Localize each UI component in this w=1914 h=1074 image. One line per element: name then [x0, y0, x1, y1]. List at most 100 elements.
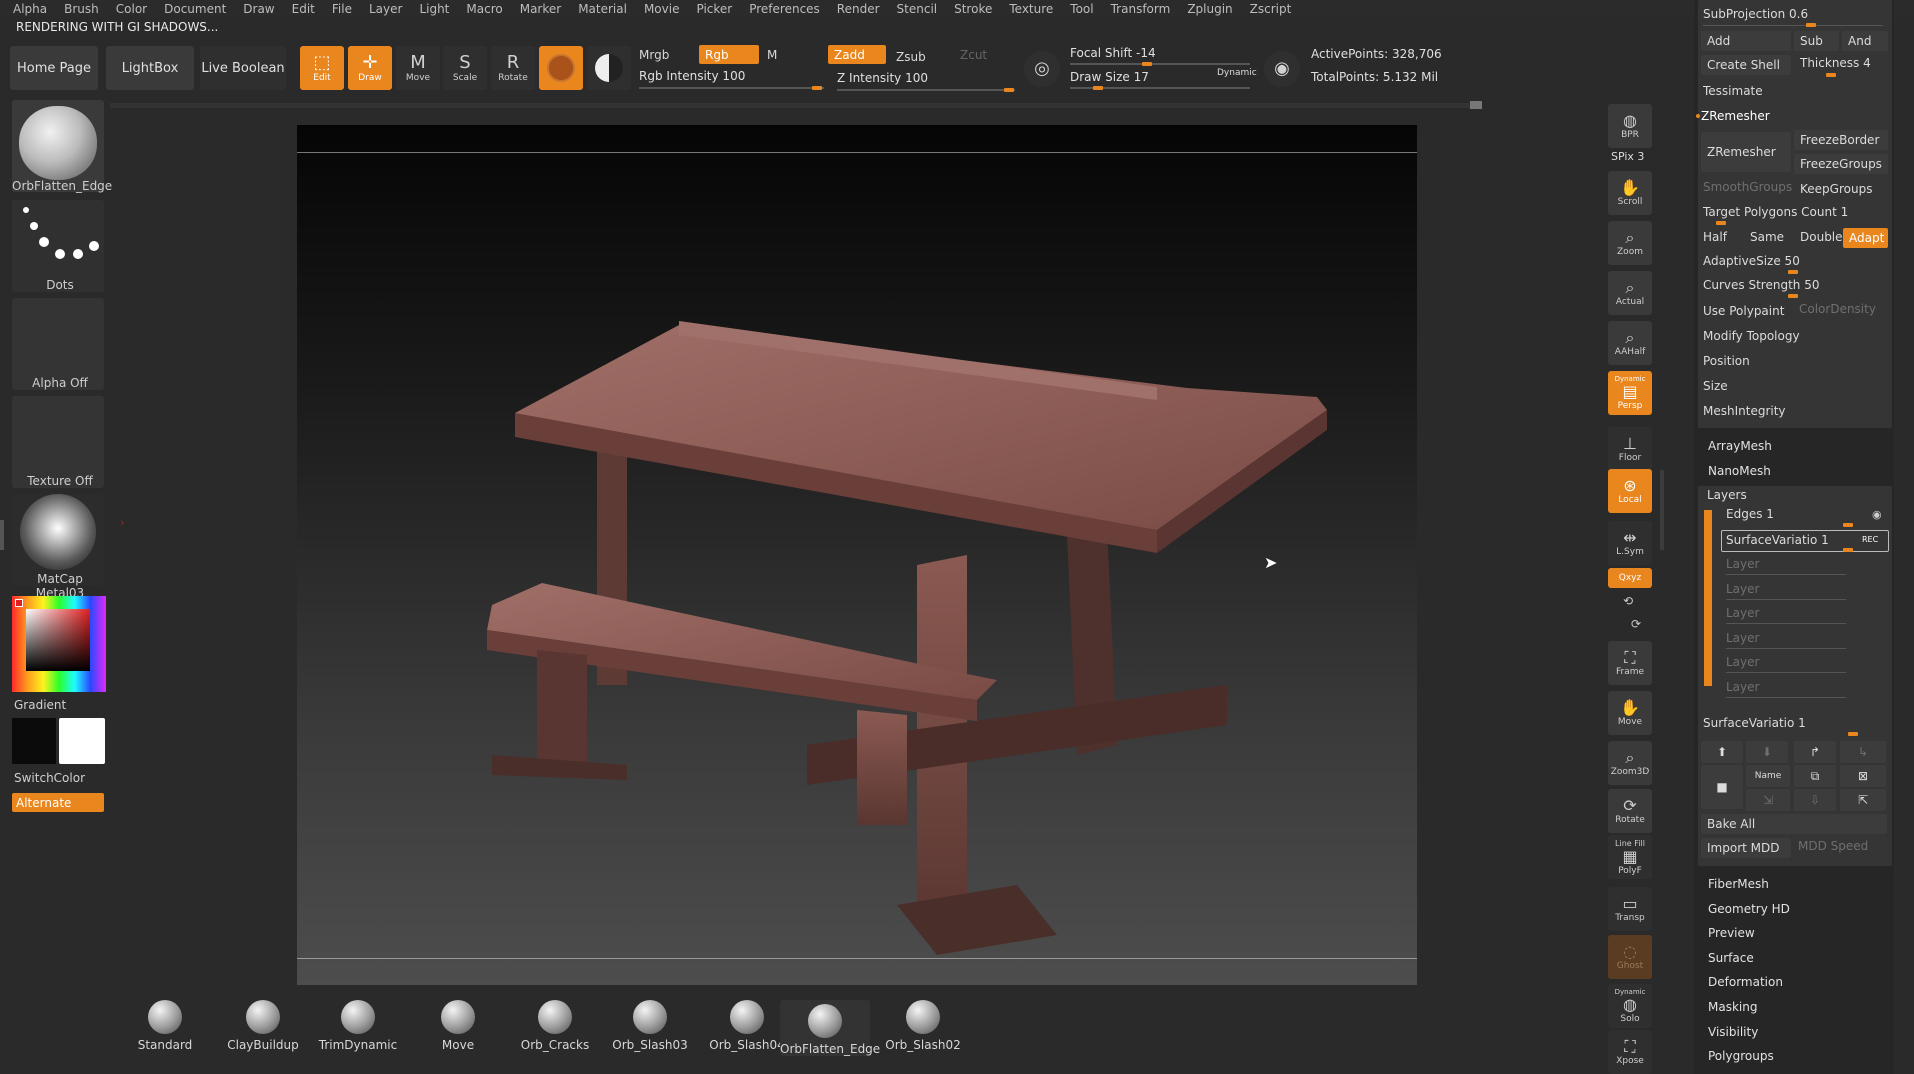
spix-slider[interactable]: SPix 3	[1611, 150, 1644, 163]
menu-item-tool[interactable]: Tool	[1070, 2, 1093, 16]
menu-item-draw[interactable]: Draw	[243, 2, 274, 16]
menu-item-brush[interactable]: Brush	[64, 2, 99, 16]
z-intensity-knob[interactable]	[1004, 88, 1014, 92]
layer-slot[interactable]: Layer	[1726, 582, 1759, 596]
half-button[interactable]: Half	[1703, 230, 1727, 244]
color-density-slider[interactable]: ColorDensity	[1799, 302, 1876, 316]
left-tray-handle[interactable]	[0, 520, 4, 550]
actual-button[interactable]: ⌕ Actual	[1608, 271, 1652, 315]
target-polygons-slider[interactable]: Target Polygons Count 1	[1703, 205, 1848, 219]
menu-item-alpha[interactable]: Alpha	[13, 2, 47, 16]
rotate-y-icon[interactable]: ⟲	[1623, 594, 1633, 608]
freeze-groups-toggle[interactable]: FreezeGroups	[1794, 154, 1888, 174]
transp-button[interactable]: ▭ Transp	[1608, 887, 1652, 931]
section-deformation[interactable]: Deformation	[1708, 975, 1783, 989]
nanomesh-section[interactable]: NanoMesh	[1708, 464, 1771, 478]
same-button[interactable]: Same	[1750, 230, 1784, 244]
menu-item-layer[interactable]: Layer	[369, 2, 402, 16]
menu-item-zplugin[interactable]: Zplugin	[1187, 2, 1232, 16]
layer-edges-knob[interactable]	[1843, 523, 1853, 527]
bpr-button[interactable]: ◍ BPR	[1608, 104, 1652, 148]
import-mdd-button[interactable]: Import MDD	[1701, 838, 1791, 858]
xyz-button[interactable]: Qxyz	[1608, 568, 1652, 588]
menu-item-light[interactable]: Light	[419, 2, 449, 16]
layers-scrollbar[interactable]	[1704, 510, 1712, 686]
menu-item-render[interactable]: Render	[837, 2, 880, 16]
layer-copy-button[interactable]: ⧉	[1794, 765, 1836, 787]
switch-color-button[interactable]: SwitchColor	[14, 771, 85, 785]
menu-item-material[interactable]: Material	[578, 2, 627, 16]
zremesher-button[interactable]: ZRemesher	[1701, 132, 1791, 172]
arraymesh-section[interactable]: ArrayMesh	[1708, 439, 1772, 453]
section-preview[interactable]: Preview	[1708, 926, 1755, 940]
layer-edges[interactable]: Edges 1	[1726, 507, 1774, 521]
thickness-slider[interactable]: Thickness 4	[1800, 56, 1871, 70]
floor-button[interactable]: ⊥ Floor	[1608, 427, 1652, 471]
adaptive-size-knob[interactable]	[1788, 270, 1798, 274]
zoom-button[interactable]: ⌕ Zoom	[1608, 221, 1652, 265]
layer-merge-down-button[interactable]: ⇩	[1794, 789, 1836, 811]
material-swatch-button[interactable]	[539, 46, 583, 90]
edit-button[interactable]: ⬚ Edit	[300, 46, 344, 90]
layer-surfacevariation-knob[interactable]	[1843, 548, 1853, 552]
menu-item-macro[interactable]: Macro	[466, 2, 502, 16]
target-polygons-knob[interactable]	[1716, 221, 1726, 225]
zremesher-section[interactable]: ZRemesher	[1701, 109, 1770, 123]
solo-button[interactable]: Dynamic ◍ Solo	[1608, 984, 1652, 1028]
menu-item-stroke[interactable]: Stroke	[954, 2, 992, 16]
layer-name-button[interactable]: Name	[1746, 765, 1790, 787]
primary-color-swatch[interactable]	[59, 718, 105, 764]
draw-button[interactable]: ✛ Draw	[348, 46, 392, 90]
thickness-knob[interactable]	[1826, 73, 1836, 77]
layer-down-button[interactable]: ⬇	[1746, 741, 1788, 763]
section-polygroups[interactable]: Polygroups	[1708, 1049, 1774, 1063]
rgb-intensity-slider[interactable]	[639, 87, 824, 89]
brush-standard[interactable]: Standard	[120, 1000, 210, 1052]
focal-shift-circle-button[interactable]: ◎	[1024, 51, 1060, 87]
use-polypaint-toggle[interactable]: Use Polypaint	[1703, 304, 1784, 318]
add-button[interactable]: Add	[1701, 31, 1791, 51]
right-tray-scrollbar[interactable]	[1660, 470, 1664, 550]
move-button[interactable]: M Move	[396, 46, 440, 90]
move-view-button[interactable]: ✋ Move	[1608, 691, 1652, 735]
focal-shift-slider[interactable]	[1070, 63, 1250, 65]
menu-item-movie[interactable]: Movie	[644, 2, 680, 16]
layer-record-toggle[interactable]: REC	[1862, 535, 1878, 544]
menu-item-marker[interactable]: Marker	[520, 2, 561, 16]
menu-item-edit[interactable]: Edit	[292, 2, 315, 16]
ghost-button[interactable]: ◌ Ghost	[1608, 935, 1652, 979]
menu-item-color[interactable]: Color	[116, 2, 147, 16]
surfacevariation-strength-slider[interactable]: SurfaceVariatio 1	[1703, 716, 1806, 730]
focal-shift-knob[interactable]	[1142, 62, 1152, 66]
lightbox-button[interactable]: LightBox	[106, 46, 194, 90]
modify-topology-section[interactable]: Modify Topology	[1703, 329, 1800, 343]
size-section[interactable]: Size	[1703, 379, 1728, 393]
menu-item-preferences[interactable]: Preferences	[749, 2, 820, 16]
section-fibermesh[interactable]: FiberMesh	[1708, 877, 1769, 891]
brush-orbflatten_edge[interactable]: OrbFlatten_Edge	[780, 1000, 880, 1056]
new-layer-button[interactable]: ■	[1701, 765, 1743, 809]
layer-slot[interactable]: Layer	[1726, 680, 1759, 694]
zcut-toggle[interactable]: Zcut	[954, 45, 994, 64]
menu-item-texture[interactable]: Texture	[1009, 2, 1053, 16]
frame-button[interactable]: ⛶ Frame	[1608, 641, 1652, 685]
brush-orb_slash02[interactable]: Orb_Slash02	[878, 1000, 968, 1052]
keep-groups-toggle[interactable]: KeepGroups	[1800, 182, 1872, 196]
color-marker-icon[interactable]	[15, 599, 23, 607]
menu-item-file[interactable]: File	[332, 2, 352, 16]
3d-viewport[interactable]	[297, 125, 1417, 985]
brush-move[interactable]: Move	[413, 1000, 503, 1052]
toolbar-scroll-handle[interactable]	[1470, 101, 1482, 109]
create-shell-button[interactable]: Create Shell	[1701, 55, 1791, 75]
layer-slot[interactable]: Layer	[1726, 631, 1759, 645]
layer-redo-button[interactable]: ↱	[1794, 741, 1836, 763]
layer-merge-button[interactable]: ⇲	[1746, 789, 1790, 811]
layer-slot[interactable]: Layer	[1726, 606, 1759, 620]
double-button[interactable]: Double	[1800, 230, 1843, 244]
brush-orb_cracks[interactable]: Orb_Cracks	[510, 1000, 600, 1052]
layer-delete-button[interactable]: ⊠	[1840, 765, 1886, 787]
layer-split-button[interactable]: ↳	[1840, 741, 1886, 763]
layer-export-button[interactable]: ⇱	[1840, 789, 1886, 811]
rgb-toggle[interactable]: Rgb	[699, 45, 759, 64]
menu-item-transform[interactable]: Transform	[1111, 2, 1171, 16]
